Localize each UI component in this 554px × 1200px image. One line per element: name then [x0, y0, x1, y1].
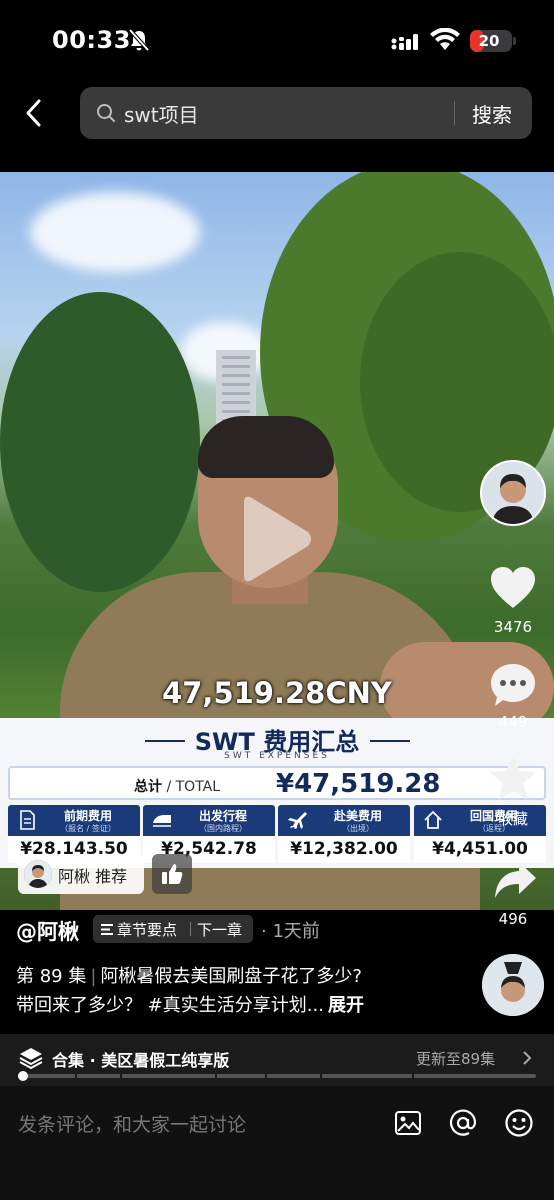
chapter-tick [75, 1074, 77, 1078]
overlay-amount: 47,519.28CNY [162, 676, 392, 710]
image-icon[interactable] [394, 1110, 422, 1136]
category-value: ¥12,382.00 [278, 836, 410, 863]
category-note: （国内路程） [199, 824, 247, 833]
back-arrow-icon[interactable] [22, 98, 46, 128]
train-icon [153, 815, 171, 827]
chapter-tick [120, 1074, 122, 1078]
battery-cap [513, 37, 516, 45]
comment-bar: 发条评论，和大家一起讨论 [0, 1086, 554, 1200]
expand-button[interactable]: 展开 [324, 995, 364, 1016]
search-input[interactable]: swt项目 [124, 99, 199, 128]
category-note: （出境） [342, 824, 374, 833]
avatar-image [24, 860, 52, 888]
status-time: 00:33 [52, 26, 131, 54]
related-avatar[interactable] [482, 954, 544, 1016]
comment-input[interactable]: 发条评论，和大家一起讨论 [18, 1110, 246, 1137]
title-line-1: 阿楸暑假去美国刷盘子花了多少? [100, 966, 362, 987]
search-bar[interactable]: swt项目 搜索 [80, 87, 532, 139]
search-icon [97, 104, 115, 122]
share-icon[interactable] [493, 860, 537, 900]
list-icon [101, 924, 113, 935]
at-mention-icon[interactable] [448, 1108, 478, 1138]
bell-slash-icon [128, 28, 150, 52]
comment-count: 449 [498, 713, 528, 731]
episode-label: 第 89 集 [16, 966, 87, 987]
next-chapter-button[interactable]: 下一章 [197, 919, 242, 940]
title-line-2: 带回来了多少？ #真实生活分享计划... [16, 995, 324, 1016]
chip-avatar [24, 860, 52, 888]
tree [0, 292, 200, 592]
video-progress-track[interactable] [18, 1074, 536, 1078]
chapter-tick [320, 1074, 322, 1078]
document-icon [20, 810, 35, 830]
wifi-icon [430, 28, 460, 50]
chapter-divider [190, 922, 191, 936]
chapter-tick [215, 1074, 217, 1078]
star-icon[interactable] [490, 756, 536, 802]
chapter-chip[interactable]: 章节要点 下一章 [93, 915, 253, 943]
signal-icon [391, 34, 418, 50]
person-hair [198, 416, 334, 478]
comment-icon[interactable] [489, 662, 537, 708]
share-count: 496 [498, 910, 528, 928]
category-note: （报名 / 签证） [60, 824, 116, 833]
chapter-points-button[interactable]: 章节要点 [117, 919, 177, 940]
category-value: ¥4,451.00 [414, 836, 546, 863]
battery-level: 20 [478, 32, 500, 50]
recommend-chip[interactable]: 阿楸 推荐 [18, 854, 144, 894]
collection-update: 更新至89集 [416, 1050, 496, 1068]
category-head: 赴美费用 （出境） [278, 805, 410, 836]
description-line-2: 带回来了多少？ #真实生活分享计划... 展开 [16, 991, 364, 1017]
heart-icon[interactable] [490, 566, 536, 610]
home-icon [424, 810, 442, 829]
total-label-cn: 总计 [134, 779, 162, 795]
thumbs-up-icon [162, 864, 183, 884]
episode-divider: | [90, 966, 97, 987]
emoji-icon[interactable] [504, 1108, 534, 1138]
airplane-icon [288, 812, 307, 829]
description-line-1: 第 89 集 | 阿楸暑假去美国刷盘子花了多少? [16, 962, 362, 988]
post-time: · 1天前 [261, 921, 320, 942]
recommend-text: 阿楸 推荐 [58, 867, 128, 886]
total-box: 总计 / TOTAL ¥47,519.28 [8, 766, 546, 800]
category-head: 出发行程 （国内路程） [143, 805, 275, 836]
status-bar: 00:33 20 [0, 0, 554, 80]
category-head: 前期费用 （报名 / 签证） [8, 805, 140, 836]
video-player[interactable]: 47,519.28CNY SWT 费用汇总 SWT EXPENSES 总计 / … [0, 172, 554, 910]
category-name: 出发行程 [198, 809, 247, 823]
collection-bar[interactable]: 合集 · 美区暑假工纯享版 更新至89集 [0, 1034, 554, 1086]
category-name: 赴美费用 [333, 809, 382, 823]
expense-summary-card: SWT 费用汇总 SWT EXPENSES 总计 / TOTAL ¥47,519… [0, 718, 554, 868]
total-label-en: / TOTAL [166, 779, 221, 795]
author-avatar[interactable] [480, 460, 546, 526]
layers-icon [19, 1048, 43, 1070]
author-name[interactable]: @阿楸 [16, 916, 79, 946]
battery-indicator: 20 [470, 30, 512, 52]
category-name: 前期费用 [63, 809, 112, 823]
chapter-tick [412, 1074, 414, 1078]
thumbs-up-button[interactable] [152, 854, 192, 894]
search-divider [454, 101, 455, 125]
chevron-right-icon [523, 1051, 532, 1065]
search-button[interactable]: 搜索 [472, 99, 512, 128]
avatar-image [482, 954, 544, 1016]
total-value: ¥47,519.28 [276, 769, 441, 799]
cloud [30, 192, 200, 272]
avatar-image [492, 474, 534, 524]
chapter-tick [265, 1074, 267, 1078]
favorite-label: 收藏 [497, 810, 528, 828]
play-icon[interactable] [234, 494, 314, 584]
card-subtitle: SWT EXPENSES [224, 751, 330, 761]
collection-title: 合集 · 美区暑假工纯享版 [52, 1051, 230, 1070]
like-count: 3476 [493, 618, 533, 636]
category-usa: 赴美费用 （出境） ¥12,382.00 [278, 805, 410, 863]
total-label: 总计 / TOTAL [134, 776, 220, 796]
